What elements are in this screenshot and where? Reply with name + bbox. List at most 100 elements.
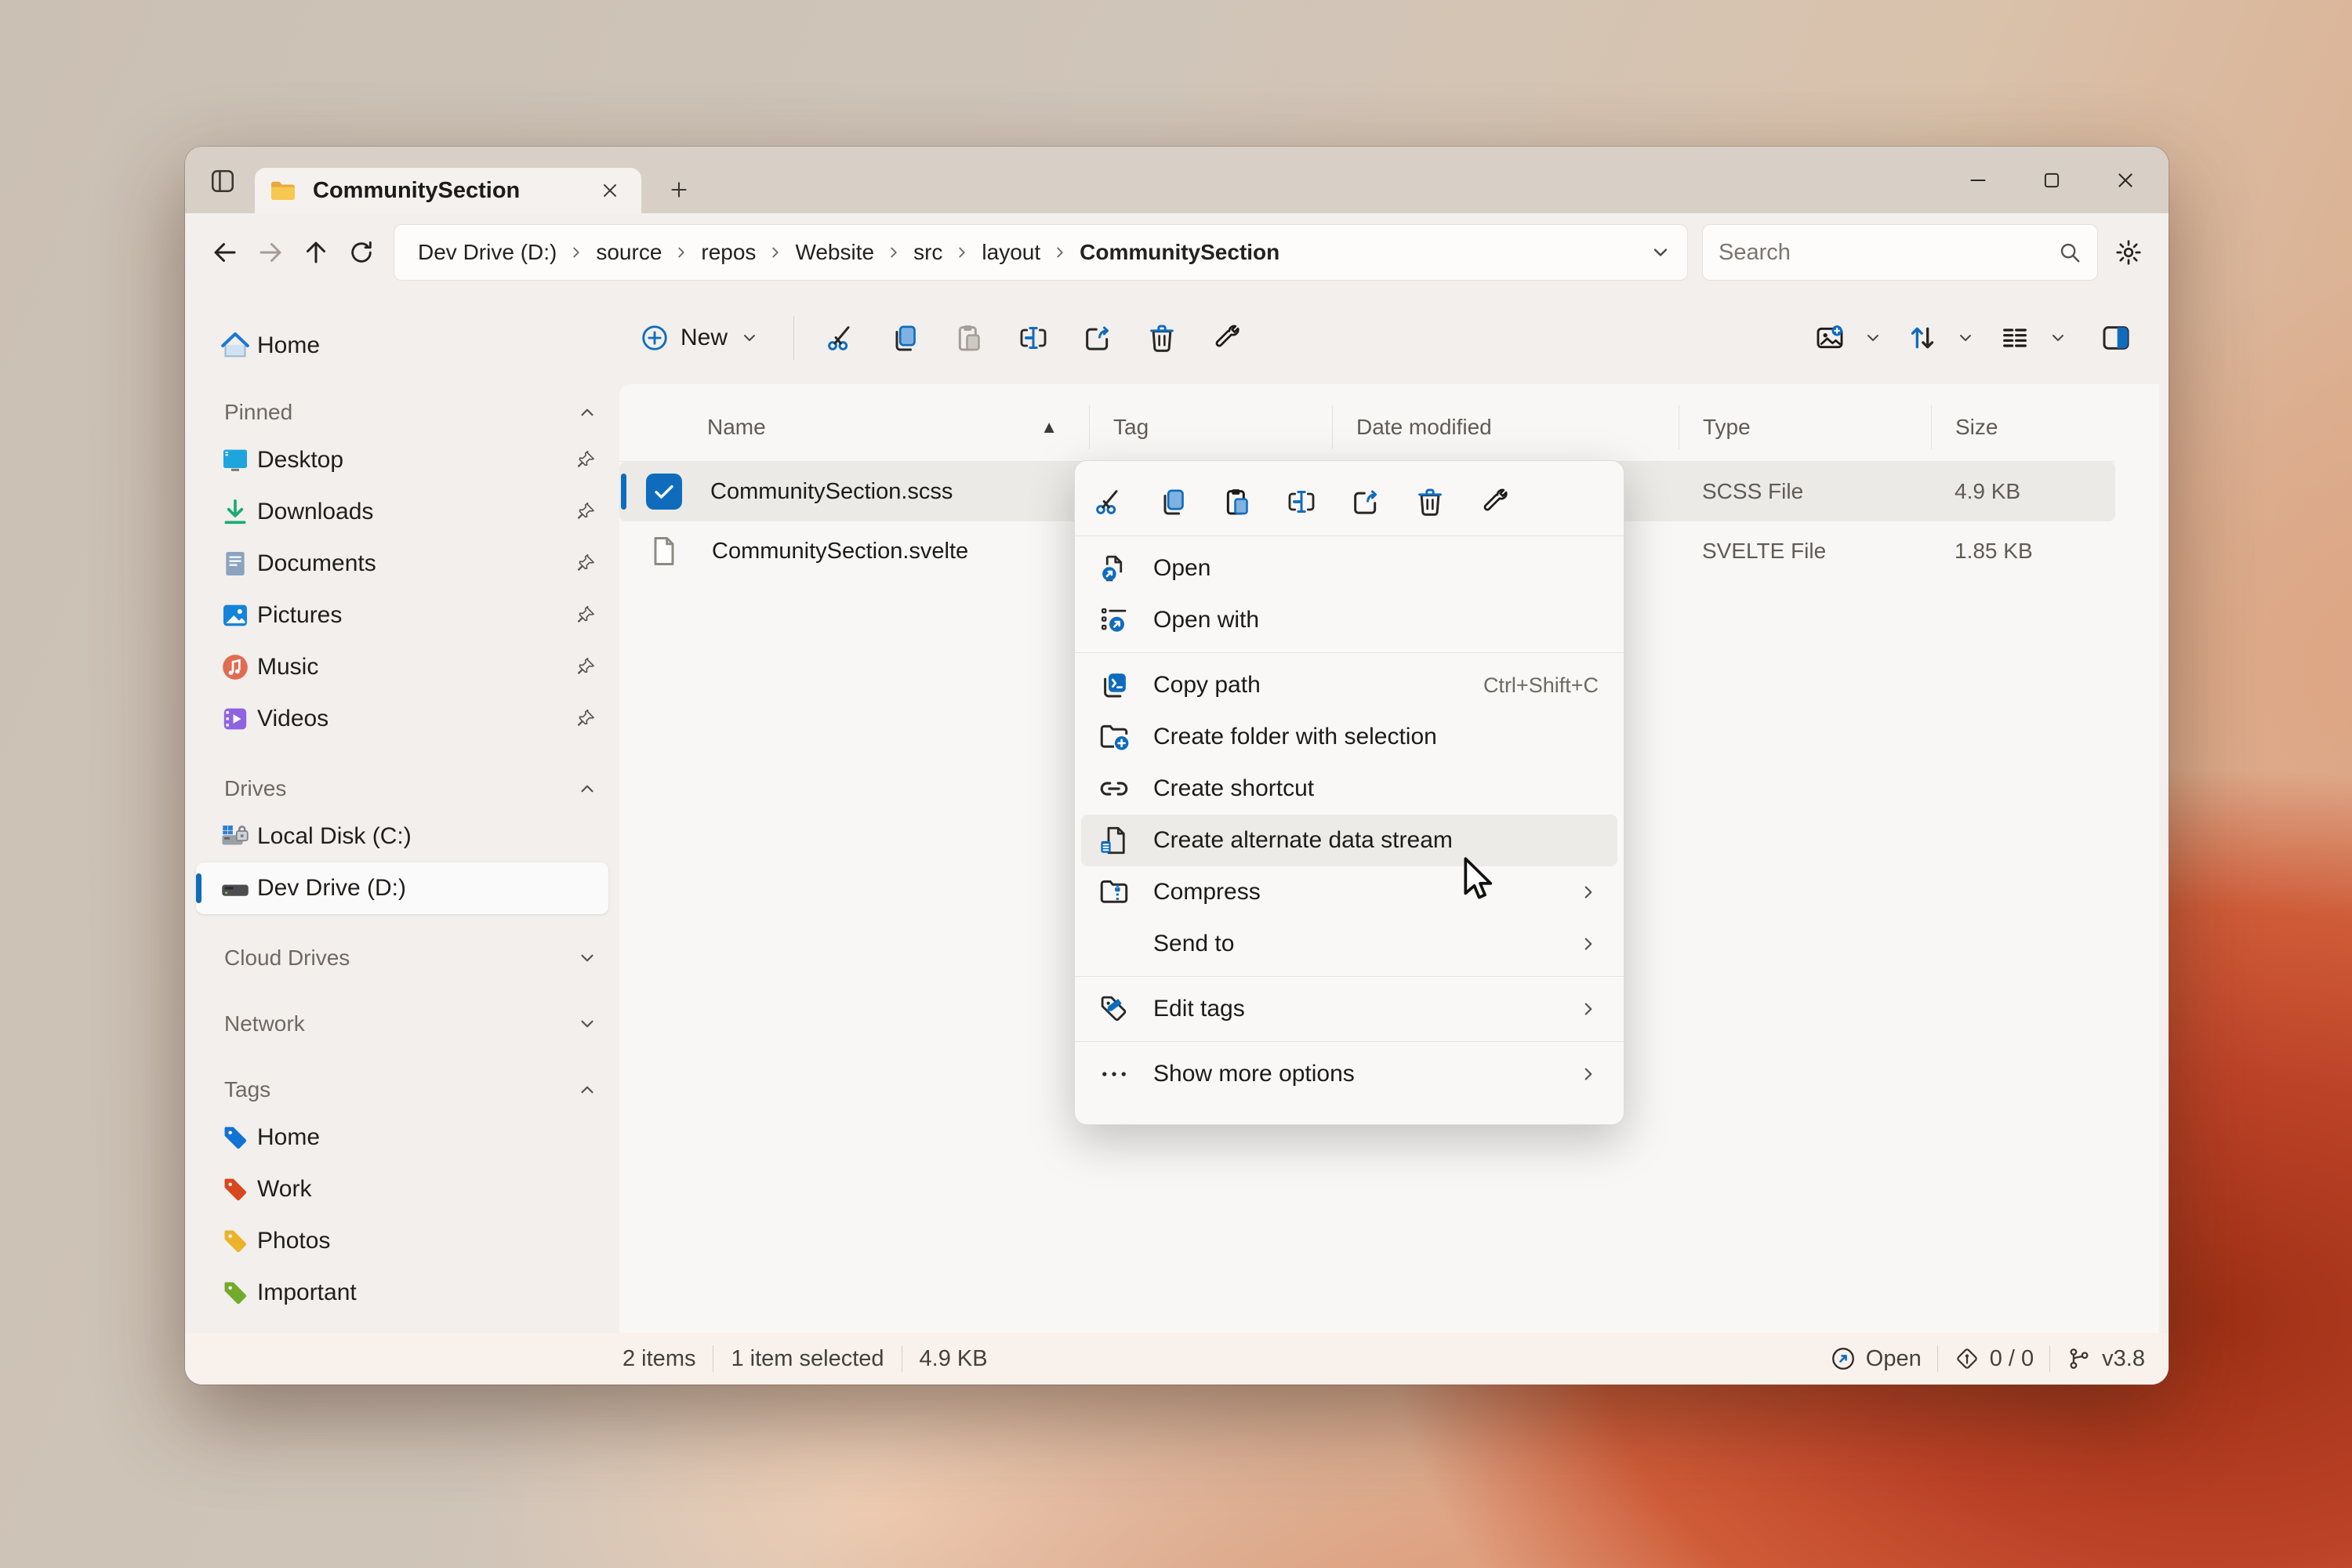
column-header-tag[interactable]: Tag	[1089, 405, 1332, 449]
share-button[interactable]	[1069, 312, 1126, 364]
menu-item-edit-tags[interactable]: Edit tags	[1081, 983, 1617, 1035]
breadcrumb-item[interactable]: source	[588, 237, 670, 268]
title-bar[interactable]: CommunitySection	[185, 147, 2169, 213]
breadcrumb-item[interactable]: repos	[693, 237, 764, 268]
section-header-cloud-drives[interactable]: Cloud Drives	[196, 936, 608, 980]
delete-button[interactable]	[1407, 477, 1453, 527]
rename-button[interactable]	[1005, 312, 1062, 364]
share-button[interactable]	[1343, 477, 1388, 527]
chevron-down-icon[interactable]	[577, 948, 597, 968]
pin-icon[interactable]	[575, 553, 597, 575]
breadcrumb-item[interactable]: Dev Drive (D:)	[410, 237, 564, 268]
address-dropdown-button[interactable]	[1650, 241, 1671, 263]
menu-item-create-alternate-data-stream[interactable]: Create alternate data stream	[1081, 815, 1617, 866]
sidebar-tag-home[interactable]: Home	[196, 1112, 608, 1163]
chevron-up-icon[interactable]	[577, 402, 597, 423]
column-header-date-modified[interactable]: Date modified	[1332, 405, 1679, 449]
breadcrumb-item[interactable]: Website	[787, 237, 882, 268]
sidebar-item-documents[interactable]: Documents	[196, 538, 608, 590]
new-tab-button[interactable]	[660, 171, 698, 209]
pin-icon[interactable]	[575, 708, 597, 730]
menu-item-open[interactable]: Open	[1081, 543, 1617, 594]
version-badge[interactable]: v3.8	[2066, 1345, 2145, 1372]
preview-pane-button[interactable]	[2088, 312, 2144, 364]
paste-button[interactable]	[941, 312, 997, 364]
sidebar-item-label: Photos	[257, 1228, 597, 1254]
media-options-button[interactable]	[1802, 312, 1858, 364]
sidebar-toggle-button[interactable]	[205, 164, 240, 198]
chevron-up-icon[interactable]	[577, 1080, 597, 1100]
menu-item-open-with[interactable]: Open with	[1081, 594, 1617, 646]
up-button[interactable]	[293, 230, 339, 275]
section-header-tags[interactable]: Tags	[196, 1068, 608, 1112]
pin-icon[interactable]	[575, 449, 597, 471]
close-button[interactable]	[2089, 147, 2162, 213]
sidebar-item-music[interactable]: Music	[196, 641, 608, 693]
settings-button[interactable]	[2106, 230, 2151, 275]
column-label: Date modified	[1356, 415, 1492, 440]
cut-button[interactable]	[1086, 477, 1131, 527]
sidebar-item-pictures[interactable]: Pictures	[196, 590, 608, 641]
menu-item-show-more-options[interactable]: Show more options	[1081, 1048, 1617, 1100]
pin-icon[interactable]	[575, 656, 597, 678]
copy-button[interactable]	[877, 312, 933, 364]
chevron-down-icon[interactable]	[577, 1014, 597, 1034]
chevron-down-icon[interactable]	[1864, 328, 1882, 347]
sidebar-item-downloads[interactable]: Downloads	[196, 486, 608, 538]
row-checkbox-checked[interactable]	[646, 474, 682, 510]
pin-icon[interactable]	[575, 604, 597, 626]
menu-item-send-to[interactable]: Send to	[1081, 918, 1617, 970]
section-header-drives[interactable]: Drives	[196, 767, 608, 811]
rename-button[interactable]	[1279, 477, 1324, 527]
sidebar-item-home[interactable]: Home	[196, 320, 608, 372]
refresh-button[interactable]	[339, 230, 384, 275]
dev-drive-icon	[218, 871, 252, 906]
breadcrumb-item-current[interactable]: CommunitySection	[1072, 237, 1287, 268]
paste-button[interactable]	[1214, 477, 1260, 527]
column-header-name[interactable]: Name ▲	[619, 405, 1089, 449]
menu-item-create-folder-with-selection[interactable]: Create folder with selection	[1081, 711, 1617, 763]
properties-button[interactable]	[1472, 477, 1517, 527]
search-input[interactable]	[1719, 240, 2058, 266]
minimize-button[interactable]	[1941, 147, 2015, 213]
sidebar-item-label: Documents	[257, 550, 575, 577]
tab-close-button[interactable]	[593, 173, 627, 208]
address-bar[interactable]: Dev Drive (D:) source repos Website src …	[394, 224, 1688, 281]
sidebar-item-desktop[interactable]: Desktop	[196, 434, 608, 486]
column-header-size[interactable]: Size	[1931, 405, 2115, 449]
chevron-down-icon[interactable]	[1956, 328, 1975, 347]
back-button[interactable]	[202, 230, 248, 275]
breadcrumb-item[interactable]: layout	[974, 237, 1048, 268]
layout-button[interactable]	[1987, 312, 2043, 364]
chevron-down-icon[interactable]	[2049, 328, 2067, 347]
file-size: 1.85 KB	[1931, 539, 2115, 564]
menu-item-copy-path[interactable]: Copy path Ctrl+Shift+C	[1081, 659, 1617, 711]
column-header-type[interactable]: Type	[1679, 405, 1931, 449]
open-file-button[interactable]: Open	[1830, 1345, 1922, 1372]
properties-button[interactable]	[1198, 312, 1254, 364]
sidebar-item-videos[interactable]: Videos	[196, 693, 608, 745]
sidebar-item-local-disk-c[interactable]: Local Disk (C:)	[196, 811, 608, 862]
alternate-data-stream-icon	[1097, 823, 1131, 858]
copy-button[interactable]	[1150, 477, 1196, 527]
tab-communitysection[interactable]: CommunitySection	[255, 168, 641, 213]
menu-item-create-shortcut[interactable]: Create shortcut	[1081, 763, 1617, 815]
chevron-up-icon[interactable]	[577, 779, 597, 799]
pin-icon[interactable]	[575, 501, 597, 523]
breadcrumb-item[interactable]: src	[906, 237, 950, 268]
cut-button[interactable]	[812, 312, 869, 364]
new-button[interactable]: New	[627, 315, 779, 361]
forward-button[interactable]	[248, 230, 293, 275]
sort-button[interactable]	[1894, 312, 1951, 364]
sidebar-item-dev-drive-d[interactable]: Dev Drive (D:)	[196, 862, 608, 914]
search-box[interactable]	[1702, 224, 2098, 281]
git-status[interactable]: 0 / 0	[1954, 1345, 2034, 1372]
sidebar-tag-photos[interactable]: Photos	[196, 1215, 608, 1267]
sidebar-tag-important[interactable]: Important	[196, 1267, 608, 1319]
section-header-pinned[interactable]: Pinned	[196, 390, 608, 434]
sidebar-tag-work[interactable]: Work	[196, 1163, 608, 1215]
menu-item-compress[interactable]: Compress	[1081, 866, 1617, 918]
maximize-button[interactable]	[2015, 147, 2089, 213]
section-header-network[interactable]: Network	[196, 1002, 608, 1046]
delete-button[interactable]	[1134, 312, 1190, 364]
